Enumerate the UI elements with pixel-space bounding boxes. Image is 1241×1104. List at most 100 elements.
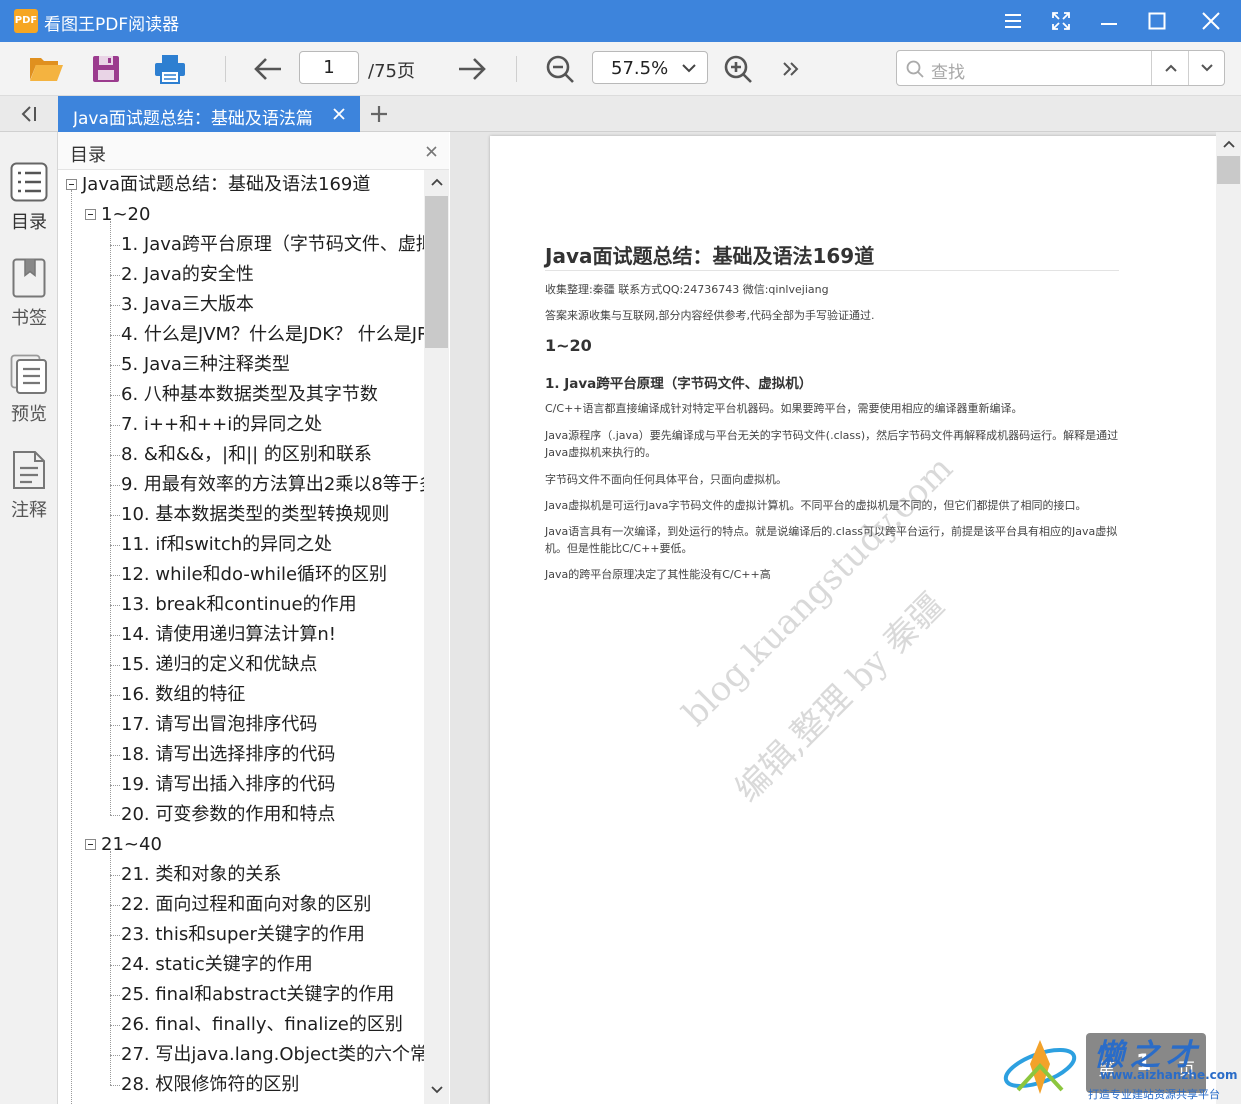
toc-item[interactable]: 7. i++和++i的异同之处 [121, 410, 322, 440]
viewer-scroll-thumb[interactable] [1217, 156, 1240, 184]
toc-item[interactable]: 9. 用最有效率的方法算出2乘以8等于多少 [121, 470, 424, 500]
toc-item[interactable]: 25. final和abstract关键字的作用 [121, 980, 394, 1010]
close-toc-button[interactable] [422, 142, 440, 160]
maximize-button[interactable] [1139, 6, 1175, 36]
minimize-icon [1101, 23, 1117, 25]
fullscreen-button[interactable] [1043, 6, 1079, 36]
app-title: 看图王PDF阅读器 [44, 15, 180, 35]
next-page-button[interactable] [452, 50, 492, 88]
zoom-select[interactable]: 57.5% [592, 51, 708, 84]
toc-header: 目录 [58, 132, 449, 170]
toc-scroll-thumb[interactable] [425, 196, 448, 348]
more-tools-button[interactable] [770, 50, 810, 88]
toc-item[interactable]: 21. 类和对象的关系 [121, 860, 281, 890]
toc-item[interactable]: 11. if和switch的异同之处 [121, 530, 332, 560]
collapse-node-icon[interactable] [85, 839, 96, 850]
toc-item[interactable]: 10. 基本数据类型的类型转换规则 [121, 500, 389, 530]
pages-preview-icon [10, 352, 48, 396]
toc-item[interactable]: 6. 八种基本数据类型及其字节数 [121, 380, 378, 410]
open-file-button[interactable] [26, 50, 66, 88]
toolbar: 1 /75页 57.5% 查找 [0, 42, 1241, 96]
minimize-button[interactable] [1091, 6, 1127, 36]
toc-item[interactable]: 13. break和continue的作用 [121, 590, 357, 620]
tree-connector [110, 995, 120, 996]
toc-item[interactable]: 4. 什么是JVM？什么是JDK？ 什么是JRE？ [121, 320, 424, 350]
toc-title: 目录 [70, 145, 106, 166]
rail-item-annotations[interactable]: 注释 [0, 448, 58, 538]
collapse-node-icon[interactable] [85, 209, 96, 220]
toc-item[interactable]: 28. 权限修饰符的区别 [121, 1070, 299, 1100]
side-rail: 目录 书签 预览 注释 [0, 132, 58, 1104]
zoom-in-icon [724, 55, 752, 83]
toc-root-item[interactable]: Java面试题总结：基础及语法169道 [82, 170, 370, 200]
floppy-disk-icon [93, 56, 119, 82]
zoom-out-button[interactable] [540, 50, 580, 88]
rail-label-annotations: 注释 [11, 500, 47, 521]
collapse-node-icon[interactable] [66, 179, 77, 190]
scroll-down-button[interactable] [424, 1078, 449, 1102]
collapse-sidebar-button[interactable] [14, 102, 42, 126]
tree-connector [110, 485, 120, 486]
tree-connector [110, 665, 120, 666]
document-viewer: Java面试题总结：基础及语法169道 收集整理:秦疆 联系方式QQ:24736… [450, 132, 1241, 1104]
save-button[interactable] [86, 50, 126, 88]
rail-item-toc[interactable]: 目录 [0, 160, 58, 250]
search-input[interactable]: 查找 [897, 51, 1152, 85]
paragraph: 字节码文件不面向任何具体平台，只面向虚拟机。 [545, 473, 787, 486]
toc-item[interactable]: 18. 请写出选择排序的代码 [121, 740, 335, 770]
close-window-button[interactable] [1193, 6, 1229, 36]
toc-item[interactable]: 17. 请写出冒泡排序代码 [121, 710, 317, 740]
chevron-down-icon [1201, 64, 1213, 72]
paragraph: Java虚拟机是可运行Java字节码文件的虚拟计算机。不同平台的虚拟机是不同的，… [545, 499, 1087, 512]
menu-button[interactable] [995, 6, 1031, 36]
tree-connector [110, 725, 120, 726]
close-tab-button[interactable] [330, 105, 348, 123]
rail-item-preview[interactable]: 预览 [0, 352, 58, 442]
toc-item[interactable]: 16. 数组的特征 [121, 680, 245, 710]
toc-item[interactable]: 12. while和do-while循环的区别 [121, 560, 387, 590]
print-button[interactable] [150, 50, 190, 88]
toc-item[interactable]: 19. 请写出插入排序的代码 [121, 770, 335, 800]
scroll-up-button[interactable] [1216, 132, 1241, 156]
double-chevron-right-icon [783, 62, 799, 76]
collapse-left-icon [21, 106, 36, 122]
tree-connector [110, 965, 120, 966]
close-icon [1202, 12, 1220, 30]
tree-connector [110, 635, 120, 636]
toc-item[interactable]: 20. 可变参数的作用和特点 [121, 800, 335, 830]
toc-item[interactable]: 27. 写出java.lang.Object类的六个常用方法 [121, 1040, 424, 1070]
toc-item[interactable]: 26. final、finally、finalize的区别 [121, 1010, 403, 1040]
tree-connector [110, 875, 120, 876]
document-tab[interactable]: Java面试题总结：基础及语法篇 [58, 96, 360, 132]
previous-page-button[interactable] [248, 50, 288, 88]
toc-item[interactable]: 15. 递归的定义和优缺点 [121, 650, 317, 680]
toc-item[interactable]: 1. Java跨平台原理（字节码文件、虚拟机） [121, 230, 424, 260]
toc-item[interactable]: 8. &和&&，|和|| 的区别和联系 [121, 440, 372, 470]
new-tab-button[interactable] [366, 102, 392, 126]
toc-item[interactable]: 22. 面向过程和面向对象的区别 [121, 890, 371, 920]
app-logo: PDF [14, 9, 38, 33]
toc-item[interactable]: 3. Java三大版本 [121, 290, 254, 320]
printer-icon [155, 55, 185, 84]
chevron-up-icon [1164, 64, 1177, 72]
viewer-scrollbar[interactable] [1216, 132, 1241, 1104]
scroll-up-button[interactable] [424, 170, 449, 194]
document-note: 答案来源收集与互联网,部分内容经供参考,代码全部为手写验证通过. [545, 309, 875, 322]
search-next-button[interactable] [1189, 51, 1225, 85]
toc-scrollbar[interactable] [424, 170, 449, 1104]
toc-section-item[interactable]: 1~20 [101, 200, 150, 230]
zoom-value: 57.5% [611, 58, 669, 79]
toc-item[interactable]: 14. 请使用递归算法计算n! [121, 620, 336, 650]
rail-item-bookmarks[interactable]: 书签 [0, 256, 58, 346]
search-previous-button[interactable] [1153, 51, 1189, 85]
pdf-page: Java面试题总结：基础及语法169道 收集整理:秦疆 联系方式QQ:24736… [490, 136, 1225, 1104]
page-number-input[interactable]: 1 [299, 51, 359, 84]
toc-item[interactable]: 23. this和super关键字的作用 [121, 920, 365, 950]
toc-item[interactable]: 24. static关键字的作用 [121, 950, 313, 980]
bookmark-icon [10, 256, 48, 300]
chevron-down-icon [682, 64, 696, 73]
toc-item[interactable]: 5. Java三种注释类型 [121, 350, 290, 380]
zoom-in-button[interactable] [718, 50, 758, 88]
tree-connector [110, 815, 120, 816]
toc-item[interactable]: 2. Java的安全性 [121, 260, 254, 290]
